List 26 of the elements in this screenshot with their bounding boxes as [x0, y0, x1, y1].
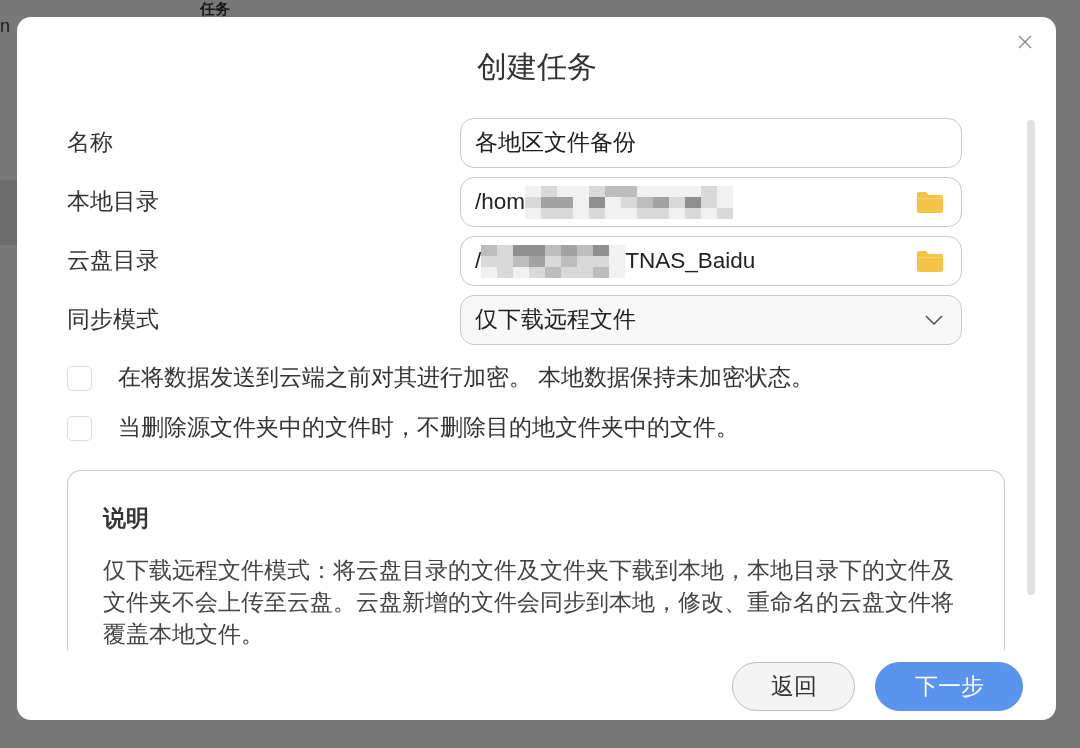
- scrollbar[interactable]: [1027, 120, 1035, 595]
- checkbox-label: 在将数据发送到云端之前对其进行加密。 本地数据保持未加密状态。: [118, 364, 815, 393]
- info-title: 说明: [103, 505, 149, 533]
- checkbox[interactable]: [67, 365, 92, 391]
- checkbox[interactable]: [67, 415, 92, 441]
- field-label: 同步模式: [67, 306, 159, 335]
- path-field[interactable]: / TNAS_Baidu: [460, 236, 962, 286]
- checkbox-label: 当删除源文件夹中的文件时，不删除目的地文件夹中的文件。: [118, 414, 739, 443]
- path-text: /hom: [475, 188, 526, 217]
- chevron-down-icon: [925, 315, 943, 325]
- dialog-title: 创建任务: [476, 49, 597, 85]
- info-text: 仅下载远程文件模式：将云盘目录的文件及文件夹下载到本地，本地目录下的文件及文件夹不会上传至云盘。云盘新增的文件会同步到本地，修改、重命名的云盘文件将覆盖本地文件。: [103, 557, 955, 649]
- field-label: 名称: [67, 129, 113, 158]
- text-field[interactable]: 各地区文件备份: [460, 118, 962, 168]
- page-heading: 任务: [200, 0, 230, 17]
- field-label: 本地目录: [67, 188, 159, 217]
- close-icon: [1018, 35, 1032, 49]
- folder-icon[interactable]: [917, 191, 943, 213]
- folder-icon[interactable]: [917, 250, 943, 272]
- field-label: 云盘目录: [67, 247, 159, 276]
- sync-mode-select[interactable]: 仅下载远程文件: [460, 295, 962, 345]
- path-text: TNAS_Baidu: [625, 247, 756, 276]
- path-field[interactable]: /hom: [460, 177, 962, 227]
- path-text: /: [475, 247, 482, 276]
- back-button[interactable]: 返回: [732, 662, 855, 711]
- page-text: n: [0, 17, 10, 35]
